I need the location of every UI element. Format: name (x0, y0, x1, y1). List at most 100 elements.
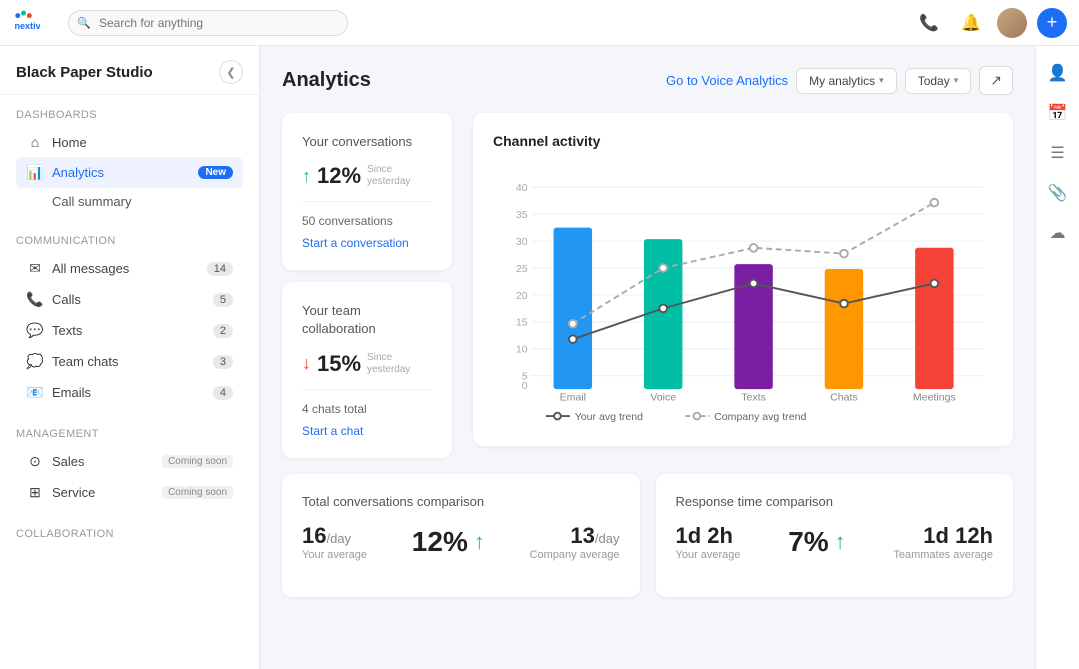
svg-text:25: 25 (516, 263, 528, 275)
sales-coming-soon-badge: Coming soon (162, 455, 233, 468)
sidebar-item-label-all-messages: All messages (52, 261, 199, 276)
sidebar-item-calls[interactable]: 📞 Calls 5 (16, 284, 243, 315)
sidebar-item-label-service: Service (52, 485, 150, 500)
sidebar-item-label-sales: Sales (52, 454, 150, 469)
conversations-sub: 50 conversations (302, 214, 432, 228)
your-response-value: 1d 2h (676, 523, 741, 549)
collaboration-sub: 4 chats total (302, 402, 432, 416)
sidebar-item-team-chats[interactable]: 💭 Team chats 3 (16, 346, 243, 377)
conversations-divider (302, 201, 432, 202)
texts-badge: 2 (213, 324, 233, 338)
attachment-icon[interactable]: 📎 (1041, 176, 1075, 210)
total-pct-group: 12% ↑ (412, 526, 485, 558)
search-bar[interactable]: 🔍 (68, 10, 348, 36)
response-arrow-up-icon: ↑ (835, 529, 846, 555)
total-conversations-title: Total conversations comparison (302, 494, 620, 509)
company-trend-point (931, 199, 939, 207)
sidebar-item-analytics[interactable]: 📊 Analytics New (16, 157, 243, 188)
sidebar-item-label-emails: Emails (52, 385, 205, 400)
sidebar-section-dashboards: Dashboards ⌂ Home 📊 Analytics New Call s… (0, 95, 259, 221)
analytics-new-badge: New (198, 166, 233, 179)
today-dropdown[interactable]: Today ▾ (905, 68, 972, 94)
response-time-metrics: 1d 2h Your average 7% ↑ 1d 12h Teammates… (676, 523, 994, 561)
small-cards-column: Your conversations ↑ 12% Since yesterday… (282, 113, 457, 458)
phone-icon[interactable]: 📞 (913, 7, 945, 39)
your-trend-point (840, 300, 848, 308)
nextiva-logo-icon: nextiva (12, 9, 40, 37)
svg-text:Email: Email (560, 392, 586, 404)
collaboration-since: Since yesterday (367, 352, 432, 376)
your-response-group: 1d 2h Your average (676, 523, 741, 561)
home-icon: ⌂ (26, 134, 44, 150)
svg-text:Company avg trend: Company avg trend (714, 411, 806, 423)
sidebar-item-emails[interactable]: 📧 Emails 4 (16, 377, 243, 408)
profile-icon[interactable]: 👤 (1041, 56, 1075, 90)
total-pct: 12% (412, 526, 468, 558)
svg-text:Meetings: Meetings (913, 392, 956, 404)
your-trend-point (931, 280, 939, 288)
sidebar-item-service[interactable]: ⊞ Service Coming soon (16, 477, 243, 508)
sidebar-item-texts[interactable]: 💬 Texts 2 (16, 315, 243, 346)
svg-text:35: 35 (516, 209, 528, 221)
conversations-card-title: Your conversations (302, 133, 432, 151)
start-chat-link[interactable]: Start a chat (302, 424, 432, 438)
sidebar-item-call-summary[interactable]: Call summary (16, 188, 243, 215)
svg-text:Your avg trend: Your avg trend (575, 411, 643, 423)
teammates-label: Teammates average (893, 549, 993, 561)
all-messages-icon: ✉ (26, 260, 44, 277)
sidebar-section-label-dashboards: Dashboards (16, 109, 243, 121)
response-time-card: Response time comparison 1d 2h Your aver… (656, 474, 1014, 597)
workspace-name: Black Paper Studio (16, 64, 153, 81)
my-analytics-dropdown[interactable]: My analytics ▾ (796, 68, 897, 94)
svg-text:0: 0 (522, 380, 528, 392)
service-icon: ⊞ (26, 484, 44, 501)
sidebar-item-label-team-chats: Team chats (52, 354, 205, 369)
total-conversations-metrics: 16/day Your average 12% ↑ 13/day Company… (302, 523, 620, 561)
main-content: Analytics Go to Voice Analytics My analy… (260, 46, 1035, 669)
your-avg-label: Your average (302, 549, 367, 561)
team-chats-icon: 💭 (26, 353, 44, 370)
chats-bar (825, 269, 863, 389)
top-cards-row: Your conversations ↑ 12% Since yesterday… (282, 113, 1013, 458)
your-avg-group: 16/day Your average (302, 523, 367, 561)
teammates-group: 1d 12h Teammates average (893, 523, 993, 561)
notification-bell-icon[interactable]: 🔔 (955, 7, 987, 39)
response-time-title: Response time comparison (676, 494, 994, 509)
sidebar-section-collaboration: Collaboration (0, 514, 259, 552)
calls-icon: 📞 (26, 291, 44, 308)
svg-text:Voice: Voice (650, 392, 676, 404)
svg-text:20: 20 (516, 290, 528, 302)
collaboration-divider (302, 389, 432, 390)
voice-analytics-link[interactable]: Go to Voice Analytics (666, 73, 788, 88)
sidebar-item-home[interactable]: ⌂ Home (16, 127, 243, 157)
sidebar-item-sales[interactable]: ⊙ Sales Coming soon (16, 446, 243, 477)
list-icon[interactable]: ☰ (1041, 136, 1075, 170)
sidebar-section-label-collaboration: Collaboration (16, 528, 243, 540)
analytics-icon: 📊 (26, 164, 44, 181)
my-analytics-chevron-icon: ▾ (879, 75, 884, 86)
today-label: Today (918, 74, 950, 88)
user-avatar[interactable] (997, 8, 1027, 38)
share-button[interactable]: ↗ (979, 66, 1013, 95)
emails-badge: 4 (213, 386, 233, 400)
bottom-cards-row: Total conversations comparison 16/day Yo… (282, 474, 1013, 597)
add-button[interactable]: + (1037, 8, 1067, 38)
search-input[interactable] (68, 10, 348, 36)
service-coming-soon-badge: Coming soon (162, 486, 233, 499)
total-arrow-up-icon: ↑ (474, 529, 485, 555)
page-header: Analytics Go to Voice Analytics My analy… (282, 66, 1013, 95)
sidebar-item-all-messages[interactable]: ✉ All messages 14 (16, 253, 243, 284)
sidebar-collapse-button[interactable]: ❮ (219, 60, 243, 84)
cloud-icon[interactable]: ☁ (1041, 216, 1075, 250)
sidebar-item-label-home: Home (52, 135, 233, 150)
collaboration-arrow-down-icon: ↓ (302, 353, 311, 374)
calls-badge: 5 (213, 293, 233, 307)
calendar-icon[interactable]: 📅 (1041, 96, 1075, 130)
your-trend-point (750, 280, 758, 288)
collaboration-percent: 15% (317, 351, 361, 377)
start-conversation-link[interactable]: Start a conversation (302, 236, 432, 250)
your-trend-point (659, 305, 667, 313)
svg-text:10: 10 (516, 344, 528, 356)
all-messages-badge: 14 (207, 262, 233, 276)
collaboration-metric: ↓ 15% Since yesterday (302, 351, 432, 377)
